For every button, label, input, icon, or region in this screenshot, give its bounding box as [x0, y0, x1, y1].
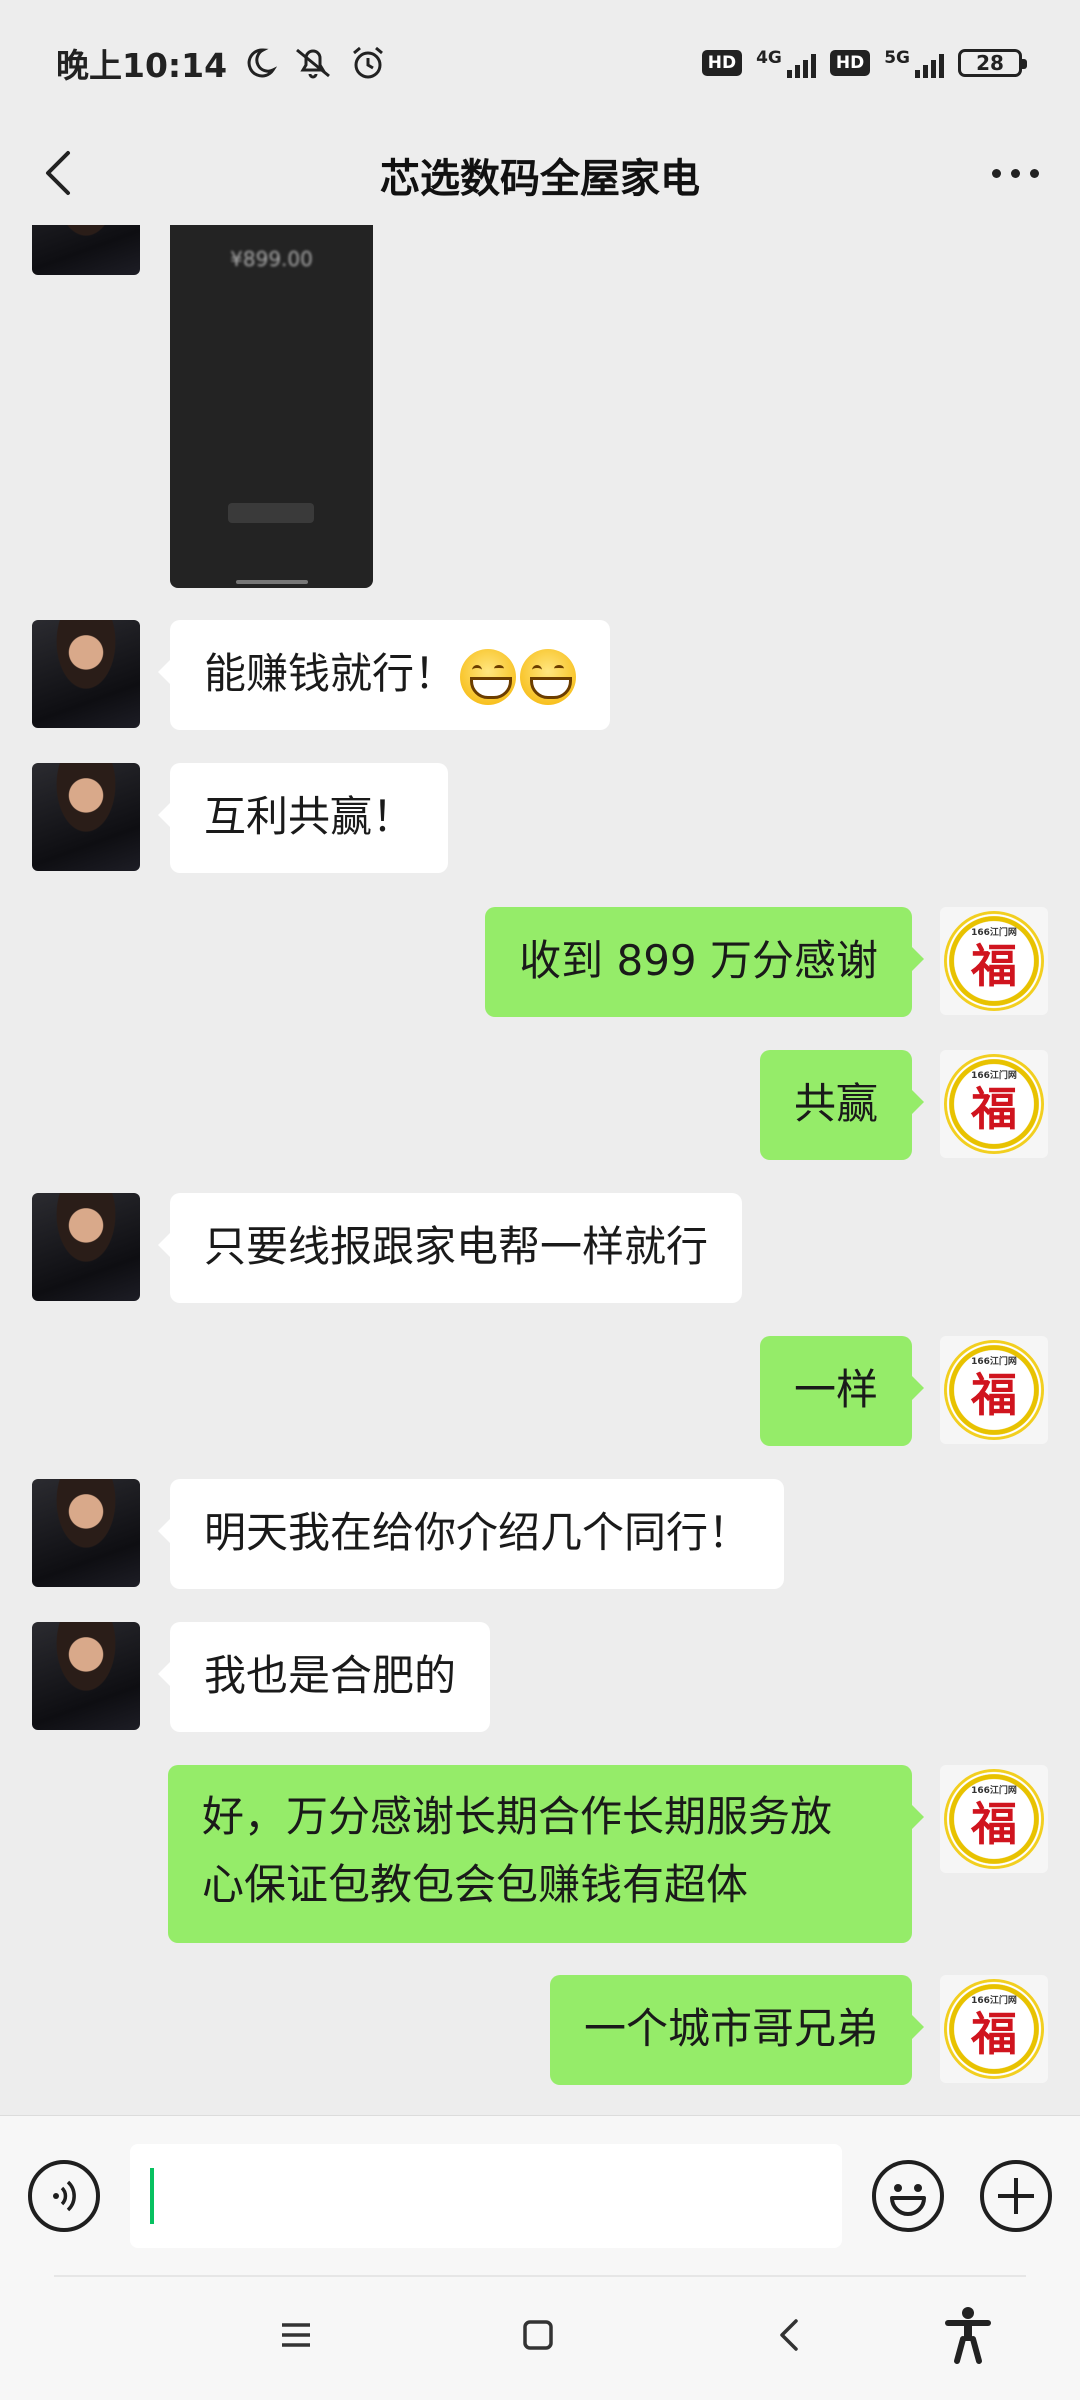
image-home-bar [236, 580, 308, 584]
message-text: 一样 [793, 1365, 878, 1414]
avatar-char: 福 [971, 1797, 1017, 1851]
avatar-char: 福 [971, 1082, 1017, 1136]
avatar[interactable]: 166江门网福 [940, 1765, 1048, 1873]
message-bubble[interactable]: 一样 [759, 1336, 925, 1446]
message-bubble[interactable]: 好，万分感谢长期合作长期服务放 心保证包教包会包赚钱有超体 [168, 1765, 924, 1943]
emoji-icon [890, 2184, 926, 2216]
nav-back-icon [780, 2319, 798, 2351]
battery-icon: 28 [958, 48, 1027, 77]
avatar-char: 福 [971, 1368, 1017, 1422]
message-bubble[interactable]: 共赢 [759, 1050, 925, 1160]
signal-bars-icon [786, 52, 816, 78]
message-text: 明天我在给你介绍几个同行！ [204, 1508, 751, 1557]
avatar[interactable]: 166江门网福 [940, 1975, 1048, 2083]
signal-bars-icon [915, 52, 944, 78]
menu-icon [282, 2323, 310, 2347]
message-input[interactable] [130, 2144, 842, 2248]
message-text: 互利共赢！ [204, 792, 415, 841]
nav-home-button[interactable] [508, 2305, 568, 2365]
status-left: 晚上10:14 [56, 39, 387, 87]
grin-emoji-icon [520, 648, 577, 705]
avatar[interactable]: 166江门网福 [940, 1336, 1048, 1444]
plus-button[interactable] [980, 2160, 1052, 2232]
alarm-icon [353, 46, 384, 78]
status-time: 晚上10:14 [56, 45, 228, 85]
status-bar: 晚上10:14 HD 4G HD 5G 28 [0, 0, 1080, 125]
text-caret [150, 2168, 154, 2224]
nav-menu-button[interactable] [266, 2305, 326, 2365]
avatar[interactable] [32, 1622, 140, 1730]
fu-avatar-icon: 166江门网福 [944, 1979, 1044, 2079]
grin-emoji-icon [460, 648, 517, 705]
signal-1: 4G [756, 48, 816, 78]
avatar-caption: 166江门网 [971, 1786, 1017, 1796]
voice-icon [53, 2180, 76, 2212]
message-bubble[interactable]: 明天我在给你介绍几个同行！ [157, 1479, 785, 1589]
nav-divider [54, 2275, 1026, 2277]
input-bar [0, 2115, 1080, 2275]
chat-header: 芯选数码全屋家电 [0, 125, 1080, 225]
plus-icon [998, 2178, 1034, 2214]
emoji-button[interactable] [872, 2160, 944, 2232]
accessibility-button[interactable] [938, 2305, 998, 2365]
avatar[interactable] [32, 1193, 140, 1301]
more-button[interactable] [980, 143, 1050, 203]
network-type-1: 4G [756, 47, 782, 68]
avatar-caption: 166江门网 [971, 1071, 1017, 1081]
message-text: 我也是合肥的 [204, 1651, 457, 1700]
avatar[interactable] [32, 763, 140, 871]
message-list[interactable]: ¥899.00 能赚钱就行！ 互利共赢！ 166江门网福 收到 899 万分感谢… [0, 225, 1080, 2115]
fu-avatar-icon: 166江门网福 [944, 911, 1044, 1011]
hd-badge: HD [701, 49, 743, 76]
message-text: 共赢 [793, 1079, 878, 1128]
message-bubble[interactable]: 能赚钱就行！ [157, 620, 611, 730]
message-bubble[interactable]: 互利共赢！ [157, 763, 449, 873]
avatar-char: 福 [971, 939, 1017, 993]
network-type-2: 5G [884, 47, 910, 68]
shared-image[interactable]: ¥899.00 [170, 225, 373, 588]
chat-title: 芯选数码全屋家电 [380, 156, 700, 202]
message-text: 收到 899 万分感谢 [519, 936, 878, 985]
message-text-line: 心保证包教包会包赚钱有超体 [202, 1860, 749, 1909]
avatar-caption: 166江门网 [971, 1357, 1017, 1367]
back-button[interactable] [32, 143, 92, 203]
message-bubble[interactable]: 我也是合肥的 [157, 1622, 491, 1732]
avatar[interactable]: 166江门网福 [940, 1050, 1048, 1158]
message-text-line: 好，万分感谢长期合作长期服务放 [202, 1792, 833, 1841]
image-button [228, 503, 314, 523]
avatar[interactable] [32, 225, 140, 275]
status-right: HD 4G HD 5G 28 [701, 48, 1027, 78]
fu-avatar-icon: 166江门网福 [944, 1054, 1044, 1154]
voice-button[interactable] [28, 2160, 100, 2232]
message-text: 能赚钱就行！ [204, 649, 457, 698]
avatar-caption: 166江门网 [971, 1996, 1017, 2006]
accessibility-icon [945, 2307, 991, 2364]
moon-icon [247, 47, 278, 77]
message-bubble[interactable]: 只要线报跟家电帮一样就行 [157, 1193, 743, 1303]
message-text: 一个城市哥兄弟 [583, 2004, 878, 2053]
hd-badge-2: HD [829, 49, 871, 76]
mute-bell-icon [296, 48, 330, 78]
chevron-left-icon [46, 151, 70, 195]
message-bubble[interactable]: 收到 899 万分感谢 [485, 907, 924, 1017]
more-dots-icon [991, 168, 1039, 178]
image-amount: ¥899.00 [230, 247, 313, 271]
battery-level: 28 [976, 50, 1004, 75]
nav-back-button[interactable] [760, 2305, 820, 2365]
avatar[interactable] [32, 620, 140, 728]
message-bubble[interactable]: 一个城市哥兄弟 [549, 1975, 925, 2085]
avatar[interactable] [32, 1479, 140, 1587]
fu-avatar-icon: 166江门网福 [944, 1340, 1044, 1440]
avatar-char: 福 [971, 2007, 1017, 2061]
message-text: 只要线报跟家电帮一样就行 [204, 1222, 709, 1271]
home-square-icon [523, 2320, 553, 2350]
avatar-caption: 166江门网 [971, 928, 1017, 938]
fu-avatar-icon: 166江门网福 [944, 1769, 1044, 1869]
avatar[interactable]: 166江门网福 [940, 907, 1048, 1015]
system-nav-bar [0, 2275, 1080, 2400]
signal-2: 5G [884, 48, 944, 78]
